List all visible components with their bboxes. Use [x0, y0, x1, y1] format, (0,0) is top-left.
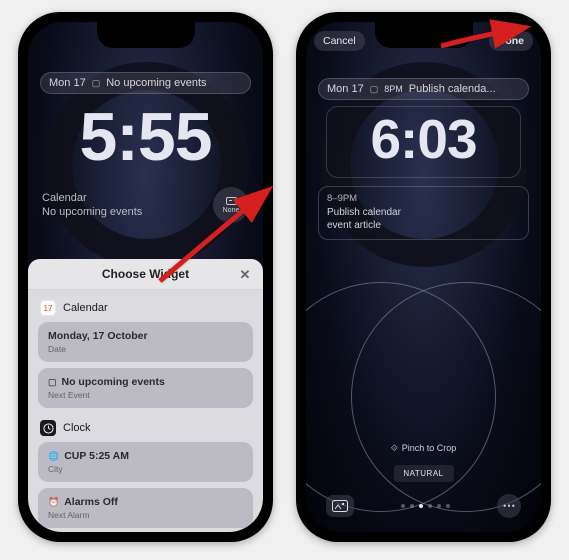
widget-card-title: Alarms Off [64, 496, 118, 508]
event-time: 8–9PM [327, 193, 520, 206]
lock-time: 5:55 [28, 98, 263, 176]
widget-card-title: CUP 5:25 AM [64, 450, 129, 462]
widget-card-next-event[interactable]: ▢ No upcoming events Next Event [38, 368, 253, 408]
bottom-toolbar: ⋯ [306, 494, 541, 518]
notch [97, 22, 195, 48]
lock-time[interactable]: 6:03 [326, 106, 521, 178]
clock-app-icon [40, 420, 56, 436]
filter-pill[interactable]: NATURAL [393, 465, 453, 482]
date-prefix: Mon 17 [327, 83, 364, 95]
date-time-tag: 8PM [384, 84, 403, 94]
widget-card-date[interactable]: Monday, 17 October Date [38, 322, 253, 362]
widget-card-title: No upcoming events [62, 376, 165, 388]
widget-card-sub: Next Alarm [48, 510, 243, 520]
app-label: Clock [63, 422, 91, 434]
calendar-widget-sub: No upcoming events [42, 205, 142, 219]
app-row-calendar[interactable]: 17 Calendar [38, 294, 253, 322]
calendar-icon: ▢ [92, 78, 101, 89]
annotation-arrow-right [436, 24, 516, 59]
date-events: Publish calenda... [409, 83, 496, 95]
pinch-hint: ⟐ Pinch to Crop [306, 443, 541, 454]
alarm-icon: ⏰ [48, 497, 59, 508]
widget-card-sub: Next Event [48, 390, 243, 400]
widget-card-sub: Date [48, 344, 243, 354]
calendar-widget-title: Calendar [42, 191, 142, 205]
app-label: Calendar [63, 302, 108, 314]
calendar-icon: ▢ [48, 377, 57, 388]
choose-widget-sheet: Choose Widget ✕ 17 Calendar Monday, 17 O… [28, 259, 263, 532]
calendar-icon: ▢ [370, 84, 379, 95]
phone-right: Cancel Done Mon 17 ▢ 8PM Publish calenda… [296, 12, 551, 542]
widget-card-title: Monday, 17 October [48, 330, 148, 342]
globe-icon: 🌐 [48, 451, 59, 462]
widget-card-city[interactable]: 🌐 CUP 5:25 AM City [38, 442, 253, 482]
calendar-app-icon: 17 [40, 300, 56, 316]
pinch-text: Pinch to Crop [402, 443, 457, 454]
page-dots[interactable] [401, 504, 450, 508]
pinch-icon: ⟐ [391, 443, 398, 454]
date-widget-pill[interactable]: Mon 17 ▢ 8PM Publish calenda... [318, 78, 529, 100]
more-button[interactable]: ⋯ [497, 494, 521, 518]
widget-card-sub: City [48, 464, 243, 474]
widget-card-alarm[interactable]: ⏰ Alarms Off Next Alarm [38, 488, 253, 528]
event-widget[interactable]: 8–9PM Publish calendar event article [318, 186, 529, 240]
annotation-arrow-left [150, 193, 270, 293]
date-events: No upcoming events [106, 77, 206, 89]
screen-right: Cancel Done Mon 17 ▢ 8PM Publish calenda… [306, 22, 541, 532]
date-widget-pill[interactable]: Mon 17 ▢ No upcoming events [40, 72, 251, 94]
app-row-clock[interactable]: Clock [38, 414, 253, 442]
event-title-line2: event article [327, 219, 520, 233]
cancel-button[interactable]: Cancel [314, 31, 365, 51]
event-title-line1: Publish calendar [327, 206, 520, 220]
date-prefix: Mon 17 [49, 77, 86, 89]
sheet-body: 17 Calendar Monday, 17 October Date ▢ No … [28, 290, 263, 532]
calendar-widget: Calendar No upcoming events [42, 191, 142, 220]
photo-picker-button[interactable] [326, 495, 354, 517]
